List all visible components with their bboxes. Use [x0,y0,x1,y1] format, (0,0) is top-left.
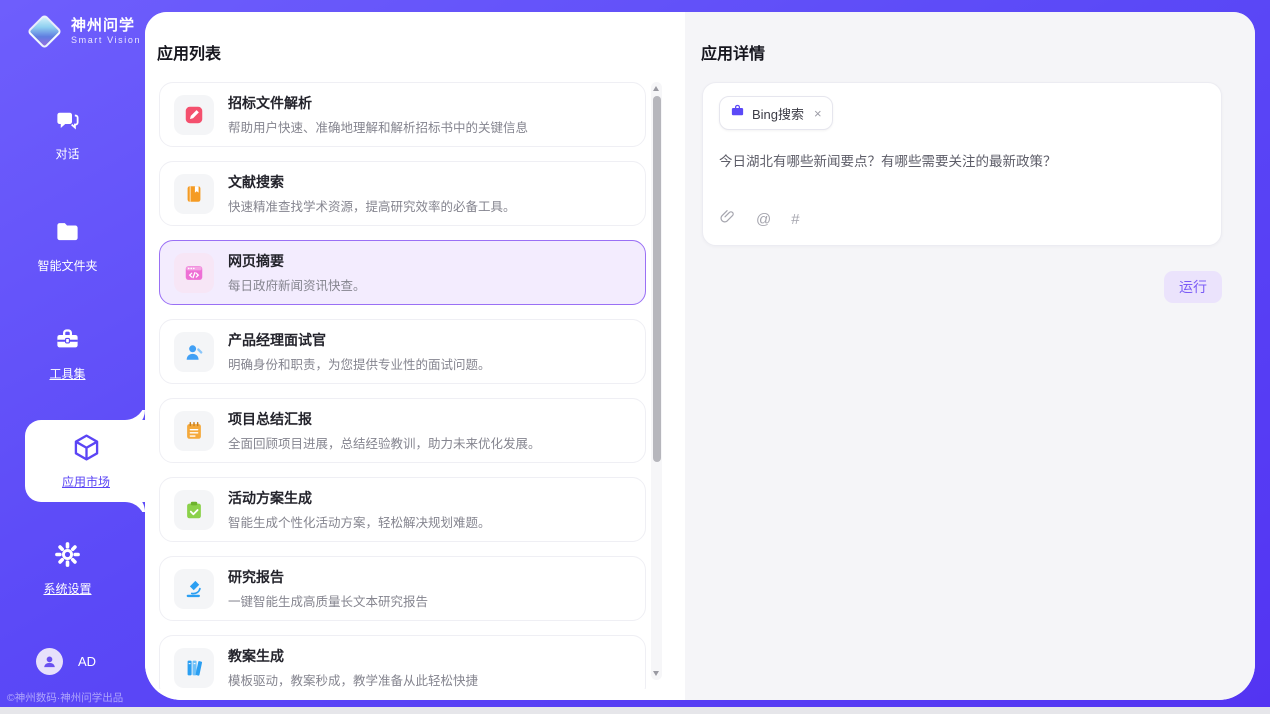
app-card-project-summary[interactable]: 项目总结汇报 全面回顾项目进展，总结经验教训，助力未来优化发展。 [159,398,646,463]
prompt-toolbar: @ # [719,208,1205,232]
avatar [36,648,63,675]
active-tab-curve-top [125,400,145,420]
sidebar-item-app-market[interactable]: 应用市场 [25,420,147,502]
app-card-pm-interviewer[interactable]: 产品经理面试官 明确身份和职责，为您提供专业性的面试问题。 [159,319,646,384]
scroll-up-icon[interactable] [653,86,659,91]
prompt-input[interactable]: 今日湖北有哪些新闻要点？有哪些需要关注的最新政策？ [719,152,1205,172]
app-card-literature-search[interactable]: 文献搜索 快速精准查找学术资源，提高研究效率的必备工具。 [159,161,646,226]
browser-code-icon [174,253,214,293]
scrollbar-thumb[interactable] [653,96,661,462]
microscope-icon [174,569,214,609]
app-title: 教案生成 [228,646,478,666]
app-window: 神州问学 Smart Vision 对话 智能文件夹 工具集 [0,0,1270,714]
app-card-tender-analysis[interactable]: 招标文件解析 帮助用户快速、准确地理解和解析招标书中的关键信息 [159,82,646,147]
cube-icon [71,432,102,468]
toolbox-icon [54,326,81,358]
app-title: 产品经理面试官 [228,330,491,350]
app-desc: 每日政府新闻资讯快查。 [228,275,366,294]
user-initials: AD [78,654,96,669]
app-desc: 一键智能生成高质量长文本研究报告 [228,591,428,610]
paperclip-icon[interactable] [719,208,736,230]
brand-subtitle: Smart Vision [71,35,141,45]
brand-logo: 神州问学 Smart Vision [26,13,141,49]
main-content: 应用列表 招标文件解析 帮助用户快速、准确地理解和解析招标书中的关键信息 [145,12,1255,700]
run-row: 运行 [702,271,1222,303]
app-card-activity-plan[interactable]: 活动方案生成 智能生成个性化活动方案，轻松解决规划难题。 [159,477,646,542]
sidebar-item-settings[interactable]: 系统设置 [0,541,135,597]
notepad-icon [174,411,214,451]
run-button[interactable]: 运行 [1164,271,1222,303]
app-card-web-summary[interactable]: 网页摘要 每日政府新闻资讯快查。 [159,240,646,305]
copyright-footer: ©神州数码·神州问学出品 [7,690,147,705]
app-title: 项目总结汇报 [228,409,541,429]
brand-gem-icon [26,13,62,49]
sidebar-item-label: 工具集 [49,365,85,382]
sidebar-item-label: 智能文件夹 [37,257,97,274]
sidebar: 神州问学 Smart Vision 对话 智能文件夹 工具集 [0,0,145,714]
gear-icon [54,541,81,573]
app-desc: 明确身份和职责，为您提供专业性的面试问题。 [228,354,491,373]
scroll-down-icon[interactable] [653,671,659,676]
app-list-panel: 应用列表 招标文件解析 帮助用户快速、准确地理解和解析招标书中的关键信息 [145,12,685,700]
window-bottom-edge [0,707,1270,714]
sidebar-item-label: 对话 [55,145,79,162]
sidebar-item-toolset[interactable]: 工具集 [0,326,135,382]
app-title: 研究报告 [228,567,428,587]
sidebar-item-smart-folder[interactable]: 智能文件夹 [0,218,135,274]
pencil-square-icon [174,95,214,135]
app-desc: 模板驱动，教案秒成，教学准备从此轻松快捷 [228,670,478,689]
sidebar-item-label: 应用市场 [62,473,110,490]
app-desc: 帮助用户快速、准确地理解和解析招标书中的关键信息 [228,117,528,136]
mention-icon[interactable]: @ [756,211,771,228]
books-icon [174,648,214,688]
active-tab-curve-bottom [125,502,145,522]
user-account[interactable]: AD [36,648,96,675]
briefcase-icon [730,103,745,123]
folder-icon [54,218,81,250]
book-icon [174,174,214,214]
sidebar-item-chat[interactable]: 对话 [0,106,135,162]
app-list-title: 应用列表 [157,40,221,64]
app-list-scrollbar[interactable] [651,82,662,680]
app-detail-title: 应用详情 [701,40,765,64]
sidebar-item-label: 系统设置 [43,580,91,597]
app-title: 活动方案生成 [228,488,491,508]
chat-icon [54,106,81,138]
app-title: 招标文件解析 [228,93,528,113]
app-desc: 智能生成个性化活动方案，轻松解决规划难题。 [228,512,491,531]
app-card-lesson-plan[interactable]: 教案生成 模板驱动，教案秒成，教学准备从此轻松快捷 [159,635,646,689]
app-title: 文献搜索 [228,172,516,192]
interviewer-icon [174,332,214,372]
brand-name: 神州问学 [71,17,141,35]
app-title: 网页摘要 [228,251,366,271]
app-detail-panel: 应用详情 Bing搜索 × 今日湖北有哪些新闻要点？有哪些需要关注的最新政策？ … [685,12,1255,700]
clipboard-check-icon [174,490,214,530]
close-icon[interactable]: × [814,107,822,120]
tool-tag-bing-search[interactable]: Bing搜索 × [719,96,833,130]
app-list: 招标文件解析 帮助用户快速、准确地理解和解析招标书中的关键信息 文献搜索 快速精… [159,82,646,689]
hash-icon[interactable]: # [791,211,799,228]
app-desc: 快速精准查找学术资源，提高研究效率的必备工具。 [228,196,516,215]
prompt-card: Bing搜索 × 今日湖北有哪些新闻要点？有哪些需要关注的最新政策？ @ # [702,82,1222,246]
app-desc: 全面回顾项目进展，总结经验教训，助力未来优化发展。 [228,433,541,452]
tool-tag-label: Bing搜索 [752,104,804,123]
app-card-research-report[interactable]: 研究报告 一键智能生成高质量长文本研究报告 [159,556,646,621]
